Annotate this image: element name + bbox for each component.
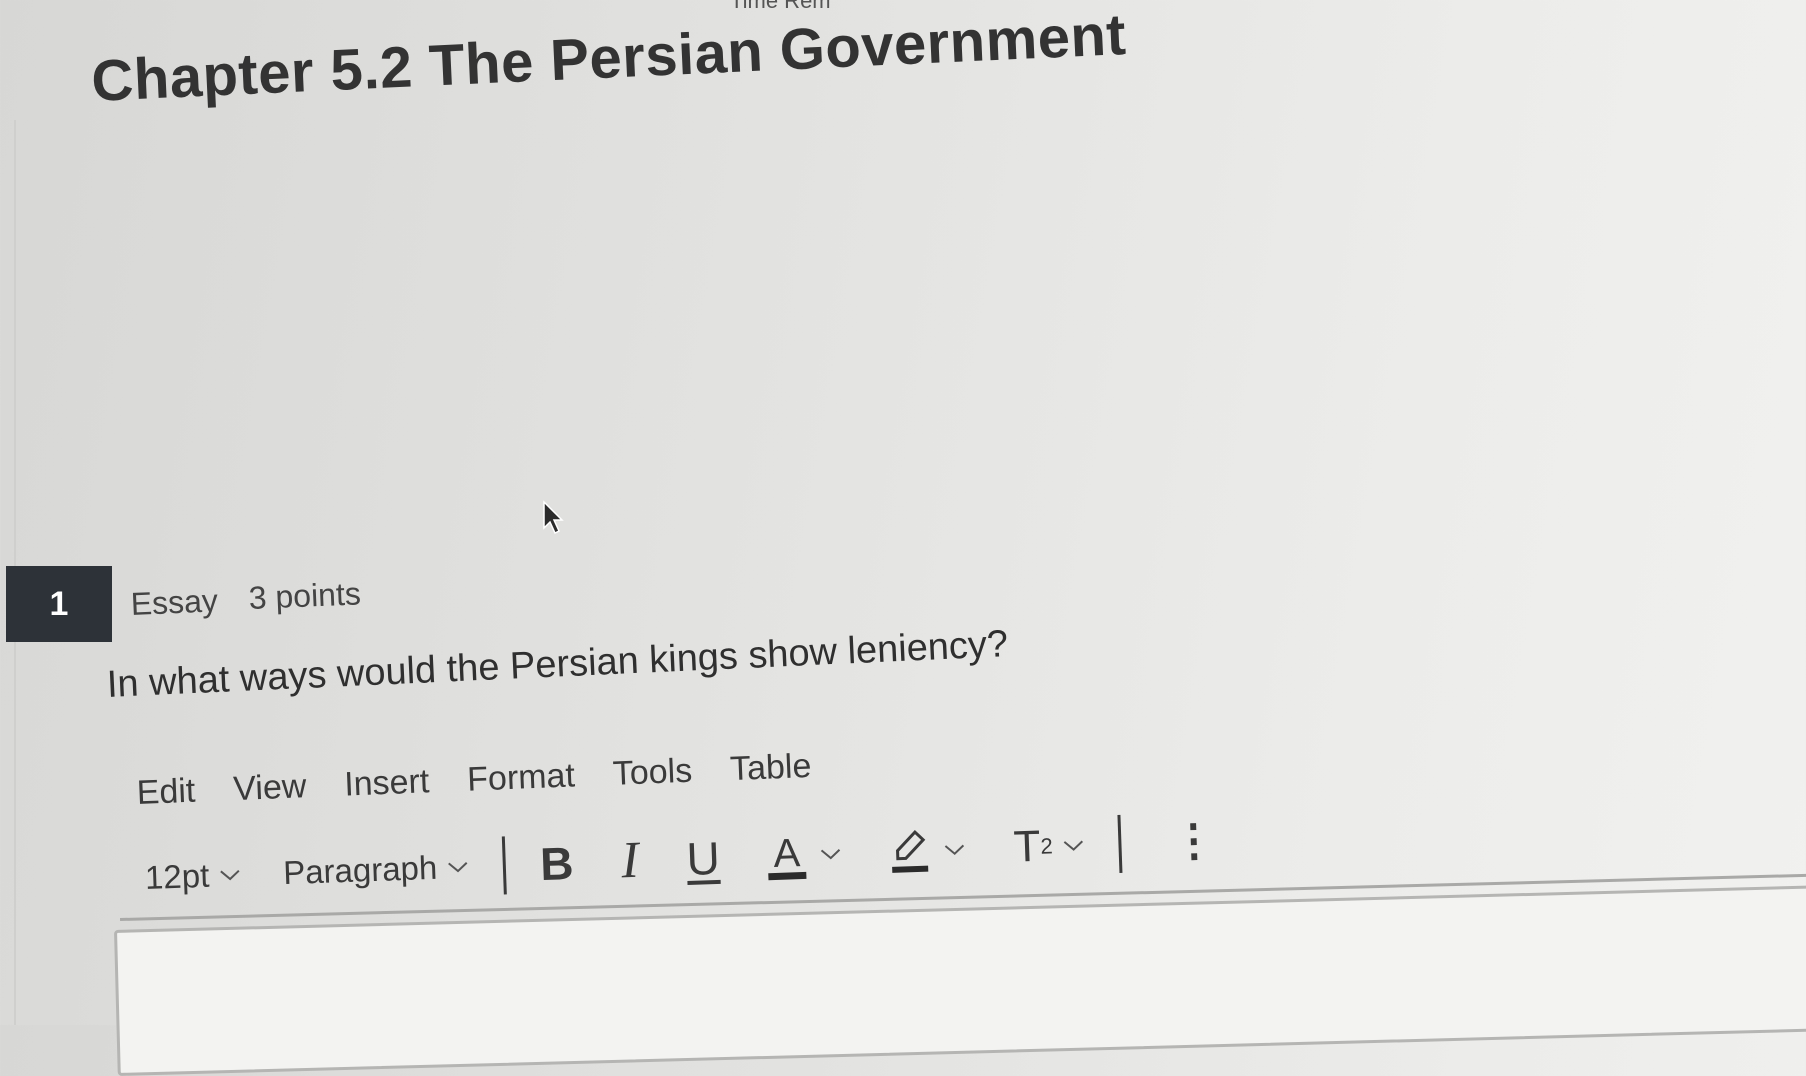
- superscript-base: T: [1012, 821, 1042, 872]
- menu-tools[interactable]: Tools: [612, 752, 693, 794]
- question-points: 3 points: [248, 575, 362, 616]
- question-type: Essay: [130, 582, 219, 622]
- page-title: Chapter 5.2 The Persian Government: [90, 2, 1128, 114]
- block-format-value: Paragraph: [282, 848, 438, 891]
- block-format-select[interactable]: Paragraph: [283, 847, 470, 891]
- toolbar-divider: [1117, 814, 1123, 873]
- menu-view[interactable]: View: [233, 767, 308, 809]
- font-size-select[interactable]: 12pt: [144, 855, 242, 896]
- text-color-button[interactable]: A: [767, 830, 807, 880]
- question-number-badge: 1: [6, 566, 112, 642]
- menu-table[interactable]: Table: [729, 747, 812, 789]
- superscript-exponent: 2: [1040, 832, 1054, 859]
- italic-button[interactable]: I: [620, 831, 639, 891]
- chevron-down-icon: [448, 861, 468, 872]
- font-size-value: 12pt: [144, 856, 210, 896]
- menu-insert[interactable]: Insert: [344, 762, 431, 804]
- superscript-button[interactable]: T2: [1013, 821, 1054, 872]
- chevron-down-icon[interactable]: [943, 842, 965, 857]
- underline-button[interactable]: U: [686, 830, 721, 885]
- menu-edit[interactable]: Edit: [136, 772, 196, 813]
- toolbar-divider: [502, 835, 508, 894]
- highlighter-icon: [892, 829, 929, 873]
- editor-menubar: Edit View Insert Format Tools Table: [136, 747, 812, 813]
- chevron-down-icon[interactable]: [1063, 838, 1085, 853]
- question-prompt: In what ways would the Persian kings sho…: [106, 623, 1009, 706]
- highlight-color-button[interactable]: [889, 827, 931, 874]
- text-color-icon: A: [772, 830, 801, 876]
- bold-button[interactable]: B: [539, 836, 574, 891]
- chevron-down-icon: [220, 869, 240, 880]
- menu-format[interactable]: Format: [466, 756, 575, 799]
- chevron-down-icon[interactable]: [820, 846, 842, 861]
- mouse-cursor-icon: [543, 500, 564, 535]
- text-color-swatch: [768, 871, 807, 880]
- more-vertical-icon[interactable]: ⋮: [1171, 815, 1217, 868]
- timer-fragment: Time Rem: [730, 0, 831, 13]
